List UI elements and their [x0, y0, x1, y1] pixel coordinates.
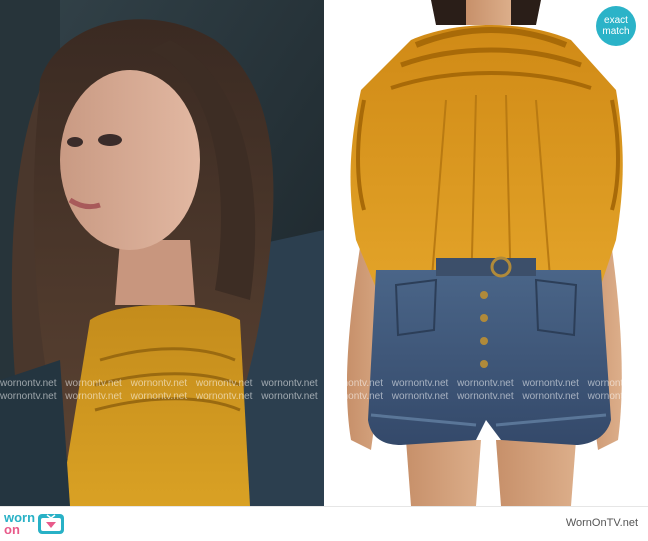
logo-line-2: on	[4, 522, 20, 537]
site-url[interactable]: WornOnTV.net	[566, 517, 638, 529]
product-photo-art	[326, 0, 648, 506]
scene-photo-art	[0, 0, 324, 506]
exact-match-badge: exact match	[596, 6, 636, 46]
wornontv-logo[interactable]: worn on	[4, 511, 65, 537]
scene-photo	[0, 0, 324, 506]
footer-bar: worn on WornOnTV.net	[0, 506, 648, 541]
tv-icon-graphic	[41, 514, 62, 531]
badge-line-2: match	[602, 26, 630, 37]
tv-icon	[38, 514, 65, 534]
product-photo: exact match	[326, 0, 648, 506]
badge-line-1: exact	[604, 15, 628, 26]
logo-wordmark: worn on	[4, 511, 35, 537]
